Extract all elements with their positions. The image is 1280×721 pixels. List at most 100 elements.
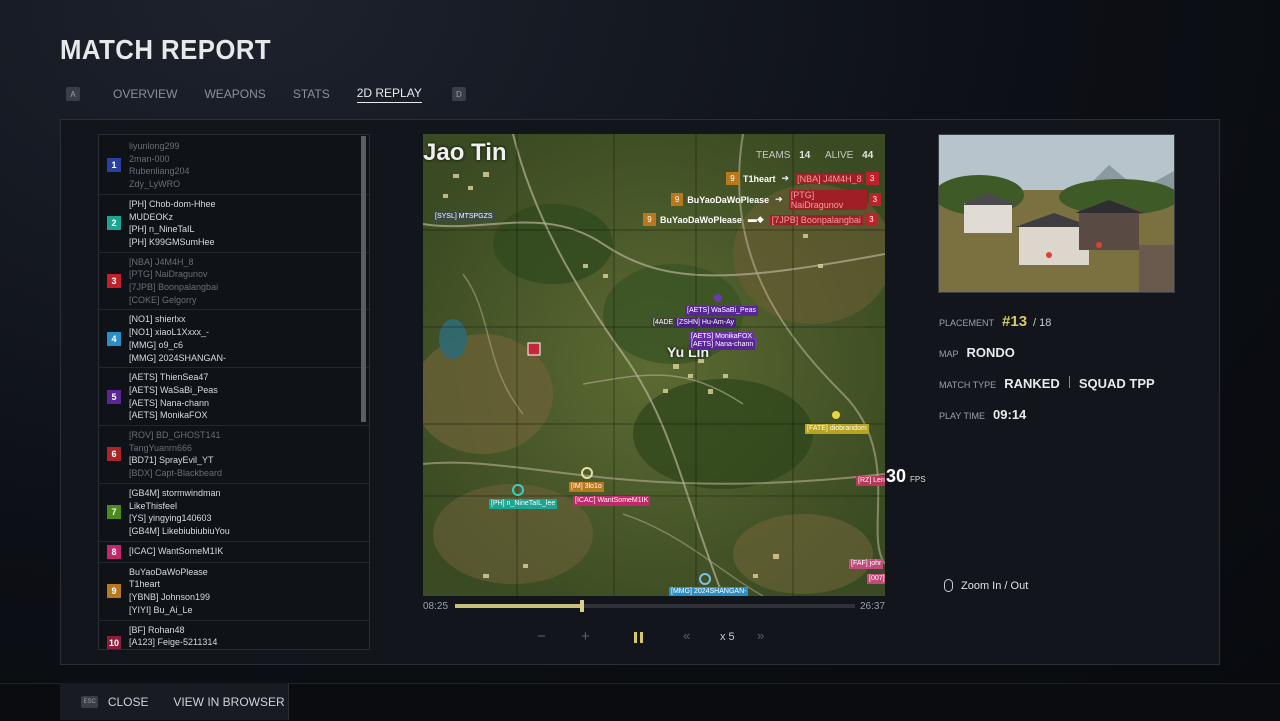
team-players: [NBA] J4M4H_8 [PTG] NaiDragunov [7JPB] Boo… (129, 256, 218, 307)
player-name: [PH] n_NineTaIL (129, 224, 195, 235)
pause-icon (634, 632, 637, 643)
player-name: [PH] Chob-dom-Hhee (129, 198, 216, 209)
team-number-badge: 1 (107, 158, 121, 173)
location-preview-image (938, 134, 1175, 293)
killer-team-badge: 9 (643, 213, 656, 226)
timeline-handle[interactable] (579, 600, 584, 612)
pause-button[interactable] (634, 632, 643, 643)
player-name: Rubenliang204 (129, 166, 190, 177)
zoom-in-button[interactable]: + (581, 628, 590, 645)
match-type-label: MATCH TYPE (939, 380, 997, 390)
player-name: [PTG] NaiDragunov (129, 269, 208, 280)
close-button[interactable]: ESC CLOSE (60, 683, 171, 720)
team-number-badge: 9 (107, 584, 121, 599)
team-number-badge: 4 (107, 331, 121, 346)
player-name: liyunlong299 (129, 141, 180, 151)
timeline-slider[interactable] (455, 600, 855, 612)
team-entry[interactable]: 9 BuYaoDaWoPlease T1heart [YBNB] Johnson199… (99, 563, 369, 621)
timeline-progress (455, 604, 582, 608)
player-name: [ROV] BD_GHOST141 (129, 430, 221, 441)
alive-value: 44 (862, 150, 874, 161)
player-name: LikeThisfeel (129, 500, 178, 511)
team-players: [PH] Chob-dom-Hhee MUDEOKz [PH] n_NineTaIL… (129, 198, 216, 249)
victim-team-badge: 3 (864, 213, 878, 226)
team-entry[interactable]: 1 liyunlong299 2man-000 Rubenliang204 Zdy_Ly… (99, 137, 369, 195)
team-list-scrollbar[interactable] (361, 136, 366, 422)
victim-team-badge: 3 (865, 172, 879, 185)
esc-key-icon: ESC (81, 695, 98, 708)
tab-overview[interactable]: OVERVIEW (113, 87, 177, 101)
player-name: [BF] Rohan48 (129, 624, 185, 635)
player-name: [AETS] MonikaFOX (129, 410, 208, 421)
tab-stats[interactable]: STATS (293, 87, 330, 101)
match-type-row: MATCH TYPE RANKED SQUAD TPP (939, 376, 1155, 391)
team-entry[interactable]: 3 [NBA] J4M4H_8 [PTG] NaiDragunov [7JPB] Bo… (99, 253, 369, 311)
team-entry[interactable]: 7 [GB4M] stormwindman LikeThisfeel [YS] yin… (99, 484, 369, 542)
rewind-button[interactable]: « (683, 628, 690, 643)
view-in-browser-button[interactable]: VIEW IN BROWSER (170, 683, 289, 720)
play-time-label: PLAY TIME (939, 411, 986, 421)
map-player-label: [007] (867, 574, 885, 584)
team-entry[interactable]: 4 [NO1] shierlxx [NO1] xiaoL1Xxxx_- [MMG] o… (99, 310, 369, 369)
replay-map[interactable]: Jao Tin Yu Lin TEAMS 14 ALIVE 44 9 T1hea… (423, 134, 885, 596)
player-name: [PH] K99GMSumHee (129, 236, 215, 247)
player-name: [GB4M] LikebiubiubiuYou (129, 525, 230, 536)
team-entry[interactable]: 2 [PH] Chob-dom-Hhee MUDEOKz [PH] n_NineTaI… (99, 195, 369, 253)
killfeed-entry: 9 BuYaoDaWoPlease ➔ [PTG] NaiDragunov 3 (671, 189, 885, 210)
mouse-icon (944, 579, 953, 592)
team-number-badge: 3 (107, 274, 121, 289)
killer-team-badge: 9 (671, 193, 684, 206)
team-number-badge: 7 (107, 505, 121, 520)
fast-forward-button[interactable]: » (757, 628, 764, 643)
player-name: [YIYI] Bu_Ai_Le (129, 604, 193, 615)
player-name: T1heart (129, 579, 161, 590)
zoom-out-button[interactable]: − (537, 628, 546, 645)
tab-2d-replay[interactable]: 2D REPLAY (356, 86, 422, 103)
victim-name: [NBA] J4M4H_8 (795, 173, 864, 184)
player-name: MUDEOKz (129, 211, 174, 222)
map-value: RONDO (966, 345, 1015, 360)
team-number-badge: 2 (107, 216, 121, 231)
player-name: [AETS] ThienSea47 (129, 372, 209, 383)
map-player-label: [SYSL] MTSPGZS (433, 212, 495, 222)
tab-weapons[interactable]: WEAPONS (204, 87, 265, 101)
player-name: [YS] yingying140603 (129, 513, 212, 524)
player-name: [YBNB] Johnson199 (129, 592, 211, 603)
teams-counter: TEAMS 14 (756, 150, 810, 161)
tab-bar: A OVERVIEW WEAPONS STATS 2D REPLAY D (66, 84, 466, 104)
alive-counter: ALIVE 44 (825, 150, 873, 161)
separator (1068, 376, 1070, 388)
team-entry[interactable]: 6 [ROV] BD_GHOST141 TangYuanrn666 [BD71] Sp… (99, 426, 369, 484)
view-in-browser-label: VIEW IN BROWSER (173, 694, 285, 709)
team-players: [AETS] ThienSea47 [AETS] WaSaBi_Peas [AETS… (129, 371, 218, 422)
player-name: [BDX] Capt-Blackbeard (129, 468, 223, 479)
team-entry[interactable]: 10 [BF] Rohan48 [A123] Feige-5211314[AZY] … (99, 621, 369, 650)
tab-right-key: D (451, 87, 466, 101)
teams-label: TEAMS (756, 150, 791, 161)
pause-icon (640, 632, 643, 643)
team-number-badge: 5 (107, 389, 121, 404)
player-name: [MMG] o9_c6 (129, 339, 184, 350)
total-time: 26:37 (860, 601, 886, 612)
team-players: BuYaoDaWoPlease T1heart [YBNB] Johnson199[… (129, 566, 210, 617)
team-entry[interactable]: 8 [ICAC] WantSomeM1IK (99, 542, 369, 563)
player-name: [AETS] WaSaBi_Peas (129, 384, 218, 395)
mode-value: SQUAD TPP (1078, 376, 1155, 391)
placement-value: #13 (1002, 313, 1028, 330)
team-number-badge: 6 (107, 447, 121, 462)
killer-name: BuYaoDaWoPlease (660, 214, 742, 225)
fps-value: 30 (886, 466, 907, 486)
map-player-label: [FAF] johr (849, 559, 884, 569)
team-number-badge: 8 (107, 544, 121, 559)
teams-value: 14 (799, 150, 811, 161)
team-entry[interactable]: 5 [AETS] ThienSea47 [AETS] WaSaBi_Peas [AET… (99, 368, 369, 427)
player-name: [A123] Feige-5211314 (129, 637, 218, 648)
placement-total: / 18 (1033, 317, 1052, 329)
zoom-hint: Zoom In / Out (944, 579, 1028, 592)
map-player-label: [PH] n_NineTaIL_lee (489, 499, 558, 509)
killfeed-entry: 9 BuYaoDaWoPlease ▬◆ [7JPB] Boonpalangba… (643, 213, 882, 226)
player-name: BuYaoDaWoPlease (129, 566, 208, 577)
player-name: [AZY] AixLianA (129, 649, 217, 650)
rifle-icon: ▬◆ (747, 214, 764, 224)
team-list[interactable]: 1 liyunlong299 2man-000 Rubenliang204 Zdy_Ly… (98, 134, 370, 650)
